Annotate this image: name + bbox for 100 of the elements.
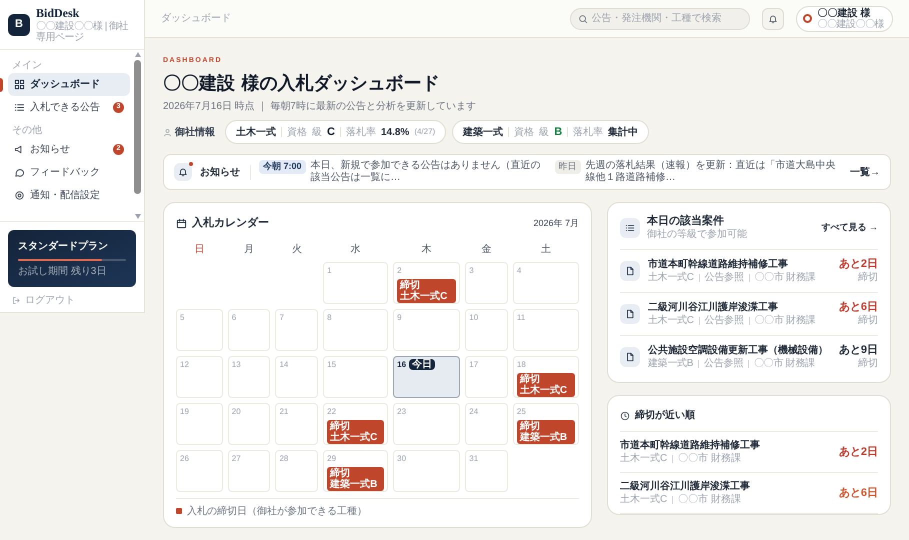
calendar-day[interactable]: 25 締切 建築一式B	[512, 402, 579, 444]
notice-text[interactable]: 本日、新規で参加できる公告はありません（直近の該当公告は一覧に…	[310, 160, 546, 184]
document-icon	[625, 266, 635, 276]
day-number: 19	[180, 406, 189, 418]
calendar-day[interactable]: 10	[465, 308, 508, 350]
calendar-day[interactable]: 29 締切 建築一式B	[323, 450, 388, 492]
day-number: 16	[397, 358, 406, 370]
weekday-label: 火	[290, 242, 303, 256]
card-title: 本日の該当案件	[647, 215, 725, 228]
user-name: 〇〇建設 様	[818, 8, 870, 18]
badge-label: 締切	[520, 420, 540, 432]
day-number: 14	[279, 358, 288, 370]
brand-name: BidDesk	[36, 6, 80, 20]
calendar-day[interactable]: 18 締切 土木一式C	[512, 356, 579, 398]
calendar-month: 2026年 7月	[533, 216, 579, 230]
scrollbar[interactable]	[133, 52, 142, 218]
calendar-day[interactable]: 3	[465, 262, 508, 304]
day-number: 25	[516, 406, 526, 418]
nav-item[interactable]: フィードバック	[8, 161, 130, 184]
list-icon	[625, 223, 635, 233]
search-field[interactable]: 公告・発注機関・工種で検索	[592, 11, 742, 26]
logout-icon	[12, 296, 21, 305]
calendar-day[interactable]: 8	[323, 308, 388, 350]
grade-prefix: 級	[539, 126, 550, 140]
logout-link[interactable]: ログアウト	[8, 293, 136, 308]
project-meta: 〇〇市 財務課	[754, 314, 816, 327]
bell-icon	[178, 167, 188, 177]
badge-trade: 土木一式C	[330, 432, 378, 442]
deadline-label: 締切	[858, 314, 878, 327]
calendar-day[interactable]: 5	[176, 308, 223, 350]
project-meta: 公告参照	[704, 271, 744, 284]
notification-button[interactable]	[762, 8, 784, 30]
calendar-day[interactable]: 16 今日	[393, 356, 460, 398]
project-title: 公共施設空調設備更新工事（機械設備）	[648, 344, 829, 357]
day-number: 24	[469, 406, 478, 418]
calendar-day[interactable]: 11	[512, 308, 579, 350]
calendar-day[interactable]: 27	[228, 450, 270, 492]
calendar-day[interactable]: 7	[275, 308, 318, 350]
weekday-label: 木	[420, 242, 433, 256]
weekday-label: 金	[480, 242, 493, 256]
calendar-day[interactable]: 30	[393, 450, 460, 492]
notice-text[interactable]: 先週の落札結果（速報）を更新：直近は「市道大島中央線他１路道路補修…	[586, 160, 842, 184]
calendar-day[interactable]: 9	[393, 308, 460, 350]
calendar-day[interactable]: 2 締切 土木一式C	[393, 262, 460, 304]
weekday-label: 日	[193, 242, 206, 256]
match-row[interactable]: 公共施設空調設備更新工事（機械設備） 建築一式B 公告参照 〇〇市 財務課 あと9日 締切	[620, 336, 878, 378]
user-menu[interactable]: 〇〇建設 様 〇〇建設〇〇様	[796, 6, 893, 32]
company-info-label: 御社情報	[163, 124, 215, 140]
calendar-day[interactable]: 14	[275, 356, 318, 398]
calendar-day[interactable]: 20	[228, 402, 270, 444]
calendar-day[interactable]: 31	[465, 450, 508, 492]
match-row[interactable]: 市道本町幹線道路維持補修工事 土木一式C 公告参照 〇〇市 財務課 あと2日 締切	[620, 250, 878, 293]
weekday-label: 水	[350, 242, 362, 256]
calendar-day[interactable]: 6	[228, 308, 270, 350]
calendar-day[interactable]: 23	[393, 402, 460, 444]
card-subtitle: 御社の等級で参加可能	[647, 228, 747, 241]
search-icon	[578, 14, 588, 24]
day-number: 12	[180, 358, 189, 370]
upcoming-row[interactable]: 二級河川谷江川護岸浚渫工事 土木一式C 〇〇市 財務課 あと6日	[620, 473, 878, 514]
calendar-icon	[176, 218, 187, 229]
calendar-day[interactable]: 19	[176, 402, 223, 444]
rate-label: 落札率	[573, 126, 604, 140]
calendar-day[interactable]: 21	[275, 402, 318, 444]
calendar-day[interactable]: 28	[275, 450, 318, 492]
calendar-day[interactable]: 22 締切 土木一式C	[323, 402, 388, 444]
nav-item[interactable]: 通知・配信設定	[8, 184, 130, 207]
day-number: 23	[397, 406, 406, 418]
day-number: 18	[516, 358, 526, 370]
search-bar[interactable]: 公告・発注機関・工種で検索	[570, 8, 750, 30]
calendar-day[interactable]: 24	[465, 402, 508, 444]
day-number: 10	[469, 312, 478, 324]
view-all-link[interactable]: すべて見る →	[821, 221, 878, 235]
project-meta: 土木一式C	[648, 314, 694, 327]
days-remaining: あと6日	[838, 486, 878, 501]
calendar-day[interactable]: 1	[323, 262, 388, 304]
day-number: 1	[327, 264, 332, 276]
trade-name: 建築一式	[463, 126, 504, 140]
days-remaining: あと6日	[838, 301, 878, 314]
calendar-day[interactable]: 4	[512, 262, 579, 304]
notices-link[interactable]: 一覧→	[850, 164, 880, 180]
calendar-day[interactable]: 13	[228, 356, 270, 398]
upcoming-row[interactable]: 市道本町幹線道路維持補修工事 土木一式C 〇〇市 財務課 あと2日	[620, 432, 878, 473]
plan-note: お試し期間 残り3日	[18, 266, 108, 278]
calendar-day[interactable]: 26	[176, 450, 223, 492]
match-row[interactable]: 二級河川谷江川護岸浚渫工事 土木一式C 公告参照 〇〇市 財務課 あと6日 締切	[620, 293, 878, 336]
calendar-day[interactable]: 15	[323, 356, 388, 398]
day-number: 27	[232, 452, 241, 464]
badge-trade: 土木一式C	[520, 384, 568, 396]
calendar-day[interactable]: 12	[176, 356, 223, 398]
day-number: 6	[232, 312, 236, 324]
project-meta: 〇〇市 財務課	[678, 493, 742, 506]
day-number: 7	[279, 312, 284, 324]
day-number: 5	[180, 312, 184, 324]
card-title: 締切が近い順	[635, 408, 695, 423]
project-meta: 〇〇市 財務課	[678, 452, 742, 465]
badge-label: 締切	[330, 468, 350, 478]
active-indicator	[0, 78, 3, 92]
calendar-day[interactable]: 17	[465, 356, 508, 398]
legend-text: 入札の締切日（御社が参加できる工種）	[187, 504, 367, 518]
day-number: 26	[180, 452, 189, 464]
